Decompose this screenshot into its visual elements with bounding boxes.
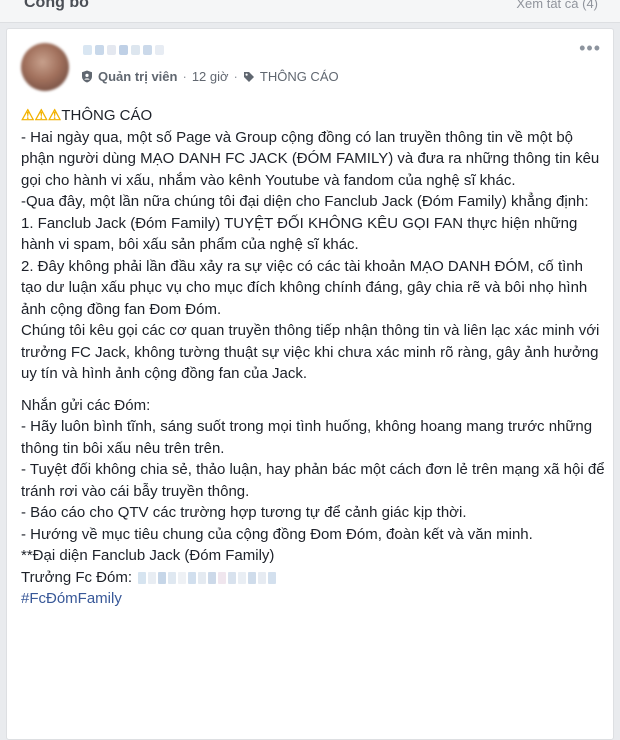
- paragraph: - Hai ngày qua, một số Page và Group cộn…: [21, 128, 600, 189]
- post-body: ⚠⚠⚠THÔNG CÁO - Hai ngày qua, một số Page…: [21, 105, 606, 610]
- paragraph: Nhắn gửi các Đóm:: [21, 396, 151, 414]
- paragraph: 2. Đây không phải lần đầu xảy ra sự việc…: [21, 257, 588, 318]
- post-headline: ⚠⚠⚠THÔNG CÁO: [21, 107, 153, 124]
- section-header: Công bố Xem tất cả (4): [0, 0, 620, 23]
- author-role[interactable]: Quản trị viên: [98, 69, 177, 84]
- paragraph: - Tuyệt đối không chia sẻ, thảo luận, ha…: [21, 461, 605, 500]
- meta-separator: ·: [233, 69, 238, 84]
- paragraph: Chúng tôi kêu gọi các cơ quan truyền thô…: [21, 322, 600, 382]
- paragraph: - Báo cáo cho QTV các trường hợp tương t…: [21, 504, 467, 521]
- section-title: Công bố: [24, 0, 89, 11]
- signature-label: Trưởng Fc Đóm:: [21, 568, 132, 586]
- author-name-blurred[interactable]: [83, 45, 164, 57]
- post-meta: Quản trị viên · 12 giờ · THÔNG CÁO: [81, 69, 339, 84]
- paragraph: 1. Fanclub Jack (Đóm Family) TUYỆT ĐỐI K…: [21, 214, 578, 254]
- paragraph: - Hướng về mục tiêu chung của cộng đồng …: [21, 525, 533, 543]
- tag-icon: [243, 71, 255, 83]
- meta-separator: ·: [182, 69, 187, 84]
- post-card: Quản trị viên · 12 giờ · THÔNG CÁO ••• ⚠…: [6, 28, 614, 740]
- paragraph: **Đại diện Fanclub Jack (Đóm Family): [21, 547, 275, 564]
- shield-icon: [81, 70, 93, 83]
- post-time[interactable]: 12 giờ: [192, 69, 229, 84]
- post-topic-tag[interactable]: THÔNG CÁO: [260, 69, 339, 84]
- warning-icon: ⚠⚠⚠: [21, 107, 62, 124]
- avatar[interactable]: [21, 43, 69, 91]
- signature-blurred: [138, 571, 277, 584]
- more-icon[interactable]: •••: [579, 39, 601, 57]
- hashtag-link[interactable]: #FcĐómFamily: [21, 588, 606, 610]
- signature-line: Trưởng Fc Đóm:: [21, 567, 606, 589]
- paragraph: - Hãy luôn bình tĩnh, sáng suốt trong mọ…: [21, 418, 593, 457]
- paragraph: -Qua đây, một lần nữa chúng tôi đại diện…: [21, 193, 589, 210]
- see-all-link[interactable]: Xem tất cả (4): [516, 0, 598, 11]
